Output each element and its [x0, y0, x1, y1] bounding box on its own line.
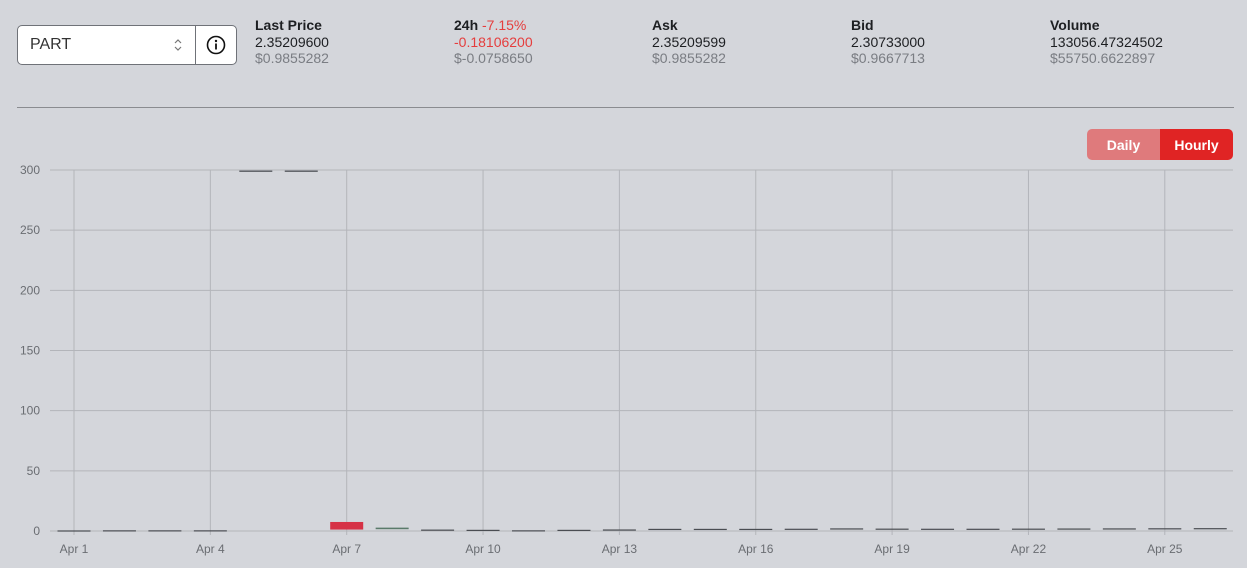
y-tick-label: 250 [20, 223, 40, 237]
x-tick-label: Apr 22 [1011, 542, 1047, 556]
x-tick-label: Apr 25 [1147, 542, 1183, 556]
stat-volume: Volume 133056.47324502 $55750.6622897 [1050, 17, 1163, 67]
x-tick-label: Apr 13 [602, 542, 638, 556]
stat-label: Volume [1050, 17, 1100, 33]
candle [375, 527, 409, 530]
candle [512, 530, 545, 532]
stat-24h-change: 24h -7.15% -0.18106200 $-0.0758650 [454, 17, 533, 67]
stat-value: -0.18106200 [454, 33, 533, 50]
header-divider [17, 107, 1234, 108]
stat-usd-value: $0.9855282 [255, 50, 329, 66]
stat-usd-value: $0.9855282 [652, 50, 726, 66]
x-tick-label: Apr 7 [332, 542, 361, 556]
stat-label: 24h -7.15% [454, 17, 533, 34]
daily-button[interactable]: Daily [1087, 129, 1160, 160]
change-percent: -7.15% [482, 17, 527, 33]
x-tick-label: Apr 19 [874, 542, 910, 556]
candle [648, 528, 682, 531]
stat-label: Last Price [255, 17, 322, 33]
candle [966, 528, 1000, 530]
candle [330, 521, 364, 530]
candle [693, 528, 727, 531]
candle [1011, 528, 1045, 530]
candle [1193, 528, 1227, 530]
info-icon [206, 35, 226, 55]
stat-label: Ask [652, 17, 678, 33]
stat-usd-value: $55750.6622897 [1050, 50, 1156, 66]
candle [102, 530, 136, 532]
market-select-value: PART [30, 36, 72, 53]
candle [284, 170, 318, 172]
candle [466, 529, 500, 531]
candle [602, 529, 636, 531]
y-tick-label: 300 [20, 163, 40, 177]
candle [830, 528, 864, 530]
stat-label: Bid [851, 17, 874, 33]
x-tick-label: Apr 16 [738, 542, 774, 556]
candle [784, 528, 818, 530]
candle [1102, 528, 1136, 530]
candle [1057, 528, 1091, 530]
candle [148, 530, 182, 532]
candle [921, 528, 955, 530]
chevron-updown-icon [174, 39, 182, 51]
x-tick-label: Apr 1 [60, 542, 89, 556]
candle [557, 529, 591, 531]
stat-ask: Ask 2.35209599 $0.9855282 [652, 17, 726, 67]
y-tick-label: 100 [20, 404, 40, 418]
stat-usd-value: $-0.0758650 [454, 50, 533, 66]
stat-usd-value: $0.9667713 [851, 50, 925, 66]
stat-value: 2.35209600 [255, 33, 329, 50]
candle [57, 530, 91, 532]
y-tick-label: 200 [20, 283, 40, 297]
candle [421, 529, 455, 531]
stat-value: 2.35209599 [652, 33, 726, 50]
market-selector[interactable]: PART [17, 25, 237, 65]
candle [193, 530, 227, 532]
candle [1148, 528, 1182, 530]
info-button[interactable] [195, 26, 236, 64]
price-chart[interactable]: 0 50 100 150 200 250 300 Apr 1 Apr 4 Apr 7 Apr 10 A… [0, 160, 1247, 568]
stat-value: 133056.47324502 [1050, 33, 1163, 50]
x-tick-label: Apr 10 [465, 542, 501, 556]
y-tick-label: 50 [27, 464, 41, 478]
candle [875, 528, 909, 530]
y-tick-label: 150 [20, 344, 40, 358]
x-tick-label: Apr 4 [196, 542, 225, 556]
hourly-button[interactable]: Hourly [1160, 129, 1233, 160]
interval-toggle[interactable]: Daily Hourly [1087, 129, 1233, 160]
stat-bid: Bid 2.30733000 $0.9667713 [851, 17, 925, 67]
candle [239, 170, 273, 172]
stat-last-price: Last Price 2.35209600 $0.9855282 [255, 17, 329, 67]
y-tick-label: 0 [33, 524, 40, 538]
candle [739, 528, 773, 531]
market-select-dropdown[interactable]: PART [18, 26, 195, 64]
stat-value: 2.30733000 [851, 33, 925, 50]
stat-label-text: 24h [454, 17, 479, 33]
